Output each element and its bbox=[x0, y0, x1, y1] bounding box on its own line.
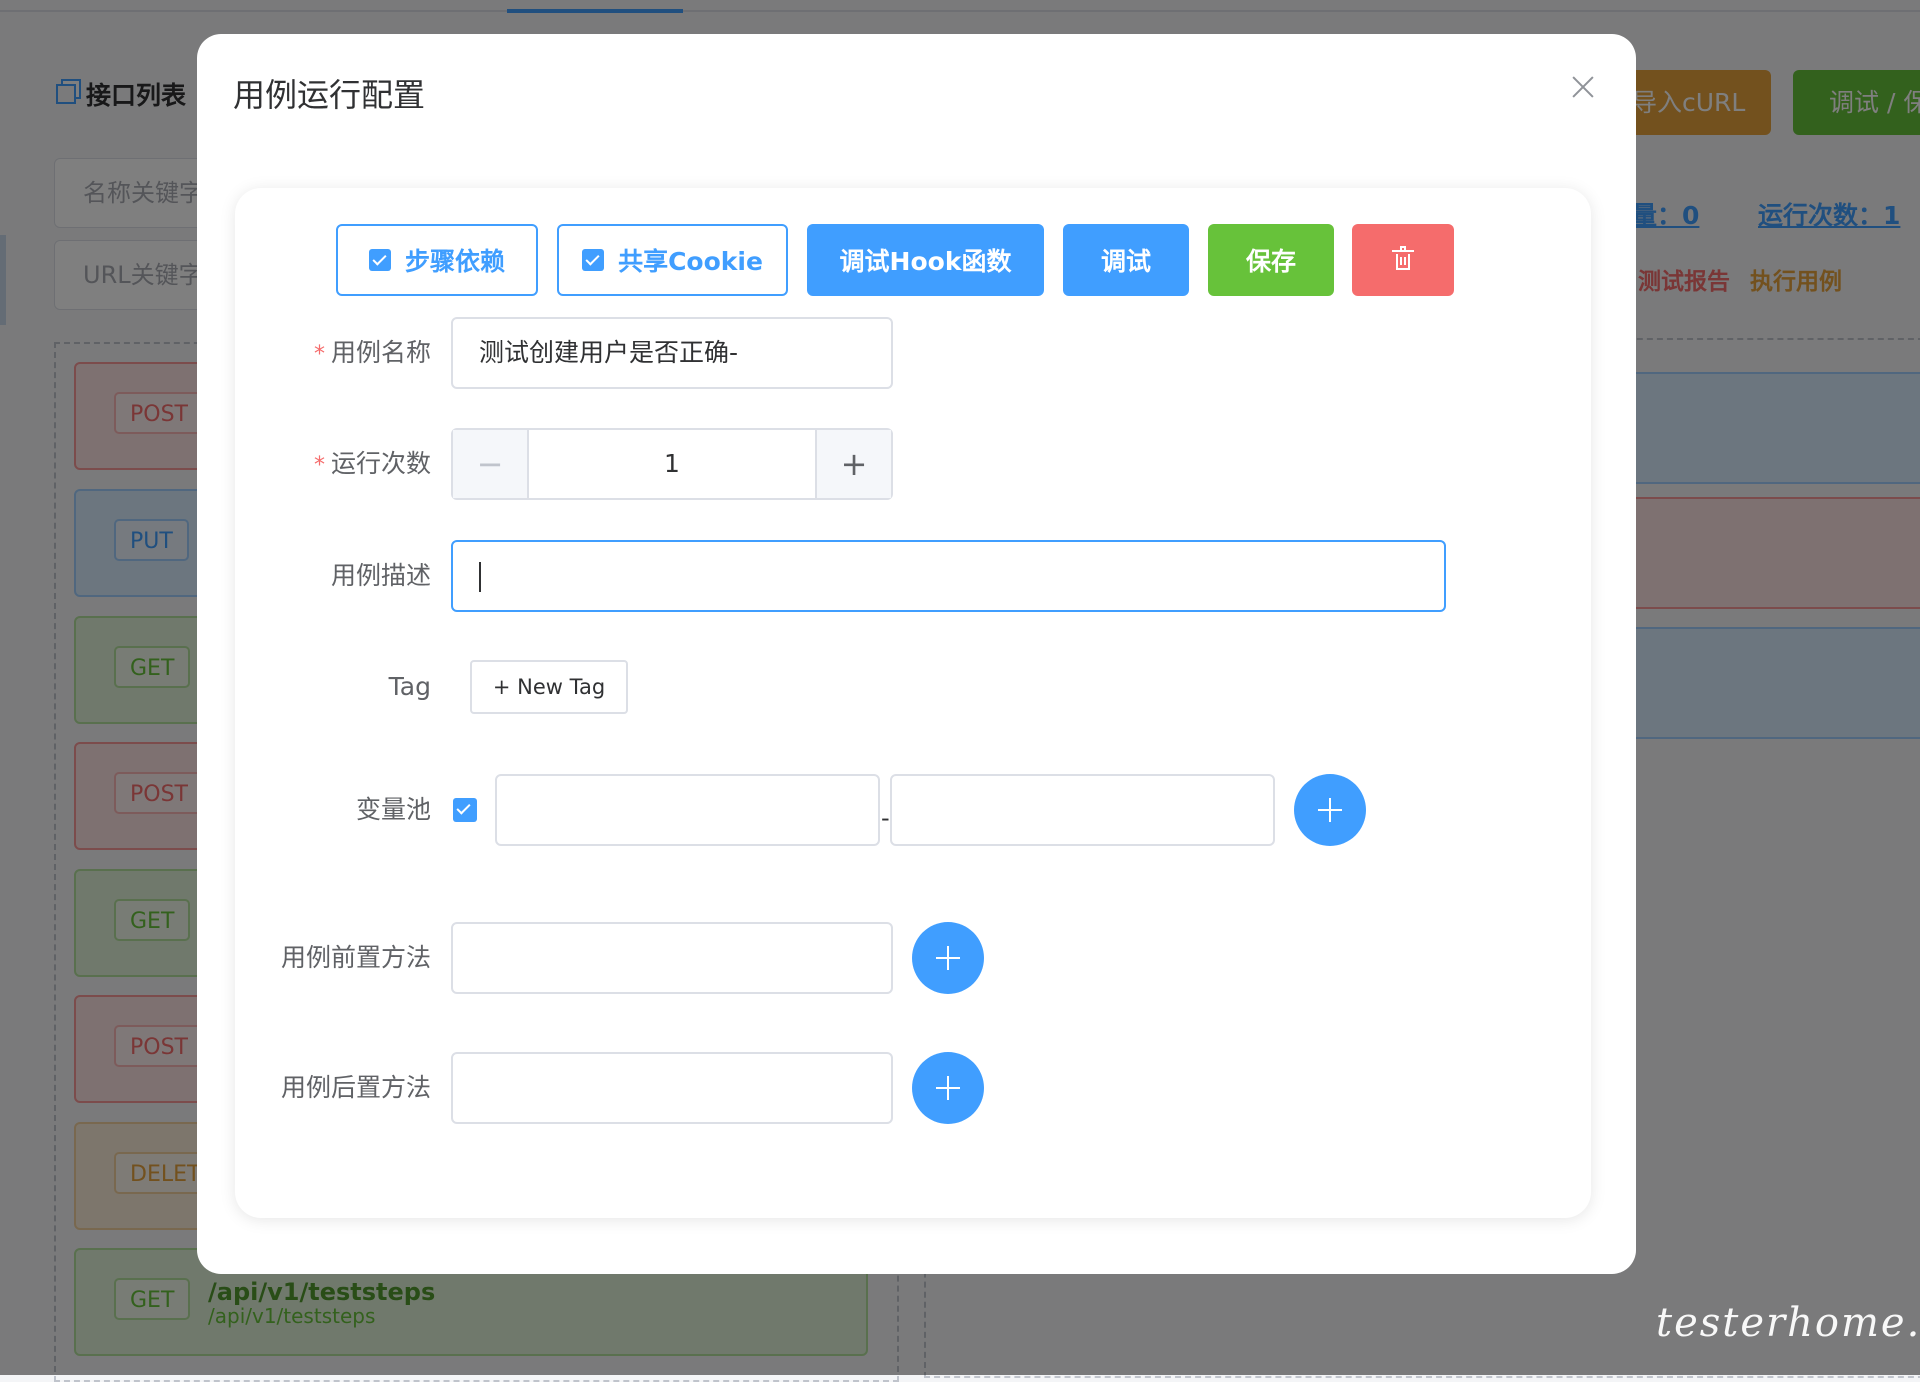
teardown-input[interactable] bbox=[451, 1052, 893, 1124]
add-setup-button[interactable] bbox=[912, 922, 984, 994]
var-pool-value-input[interactable] bbox=[890, 774, 1275, 846]
var-pool-label: 变量池 bbox=[355, 795, 431, 824]
add-teardown-button[interactable] bbox=[912, 1052, 984, 1124]
save-button[interactable]: 保存 bbox=[1208, 224, 1334, 296]
run-times-stepper: − 1 + bbox=[451, 428, 893, 500]
plus-icon bbox=[1318, 798, 1342, 822]
setup-input[interactable] bbox=[451, 922, 893, 994]
dialog-title: 用例运行配置 bbox=[233, 76, 426, 114]
step-dependency-checkbox[interactable]: 步骤依赖 bbox=[336, 224, 538, 296]
run-times-label: * 运行次数 bbox=[313, 449, 431, 478]
case-run-config-dialog: 用例运行配置 步骤依赖 共享Cookie 调试Hook函数 调试 保存 * 用例名… bbox=[197, 34, 1636, 1274]
case-desc-label: 用例描述 bbox=[330, 561, 431, 590]
plus-icon bbox=[936, 1076, 960, 1100]
checkbox-checked-icon bbox=[368, 249, 391, 271]
run-times-value[interactable]: 1 bbox=[529, 430, 815, 498]
increment-button[interactable]: + bbox=[815, 430, 891, 498]
case-name-input[interactable]: 测试创建用户是否正确- bbox=[451, 317, 893, 389]
case-desc-input[interactable] bbox=[451, 540, 1446, 612]
new-tag-button[interactable]: + New Tag bbox=[470, 660, 628, 714]
checkbox-checked-icon bbox=[582, 249, 605, 271]
var-pool-separator: - bbox=[881, 804, 890, 832]
var-pool-checkbox[interactable] bbox=[453, 798, 477, 822]
watermark: testerhome.com bbox=[1656, 1300, 1920, 1346]
debug-button[interactable]: 调试 bbox=[1063, 224, 1189, 296]
case-name-label: * 用例名称 bbox=[313, 338, 431, 367]
close-icon[interactable] bbox=[1568, 72, 1598, 102]
var-pool-key-input[interactable] bbox=[495, 774, 880, 846]
share-cookie-checkbox[interactable]: 共享Cookie bbox=[557, 224, 788, 296]
decrement-button[interactable]: − bbox=[453, 430, 529, 498]
delete-button[interactable] bbox=[1352, 224, 1454, 296]
debug-hook-button[interactable]: 调试Hook函数 bbox=[807, 224, 1044, 296]
config-card: 步骤依赖 共享Cookie 调试Hook函数 调试 保存 * 用例名称 测试创建用… bbox=[235, 188, 1591, 1218]
setup-label: 用例前置方法 bbox=[280, 943, 431, 972]
teardown-label: 用例后置方法 bbox=[280, 1073, 431, 1102]
plus-icon bbox=[936, 946, 960, 970]
tag-label: Tag bbox=[388, 672, 431, 701]
text-caret bbox=[479, 562, 481, 592]
trash-icon bbox=[1392, 246, 1414, 270]
add-var-button[interactable] bbox=[1294, 774, 1366, 846]
